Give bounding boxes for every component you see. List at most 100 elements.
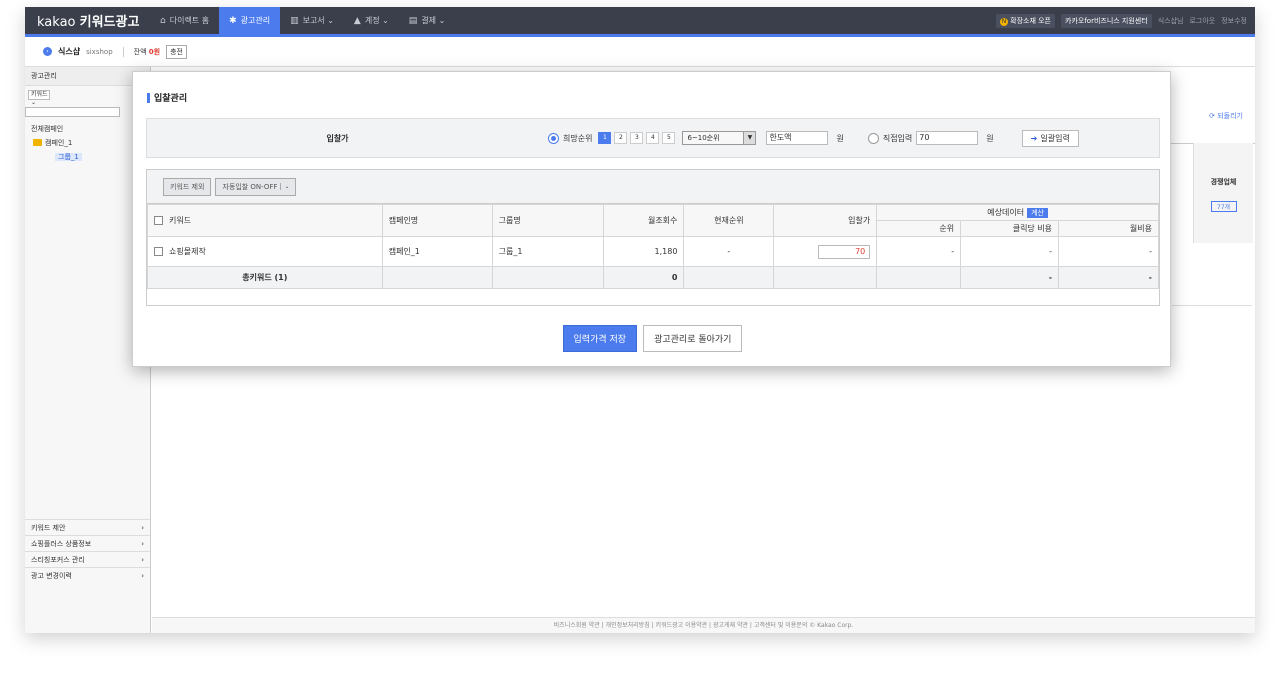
dropdown-arrow-icon: ▼ [743, 132, 756, 144]
table-header-row: 키워드 캠페인명 그룹명 월조회수 현재순위 입찰가 예상데이터 계산 [147, 204, 1159, 237]
title-accent-bar [147, 92, 150, 103]
table-row: 쇼핑몰제작 캠페인_1 그룹_1 1,180 - 70 - - - [147, 236, 1159, 267]
footer-links: 비즈니스회원 약관 | 개인정보처리방침 | 키워드광고 이용약관 | 광고게재… [152, 617, 1255, 633]
arrow-icon: ➔ [1030, 133, 1038, 143]
top-right-area: N 확장소재 오픈 카카오for비즈니스 지원센터 식스샵님 로그아웃 정보수정 [996, 13, 1255, 28]
logo-sub: 키워드광고 [79, 15, 140, 30]
desired-rank-radio[interactable] [548, 132, 559, 144]
sidebar-search-input[interactable] [25, 107, 120, 117]
sidebar-item-label: 쇼핑플러스 상품정보 [31, 539, 92, 548]
rank-option-1[interactable]: 1 [598, 132, 612, 144]
sidebar-item-shopping-plus[interactable]: 쇼핑플러스 상품정보 › [25, 535, 150, 551]
bid-management-modal: 입찰관리 입찰가 희망순위 1 2 3 4 5 6~10순위 ▼ 한도액 원 직접… [132, 71, 1171, 367]
keyword-text: 쇼핑몰제작 [169, 247, 206, 256]
chevron-right-icon: › [141, 523, 144, 532]
header-label: 키워드 [169, 216, 192, 225]
extension-open-badge[interactable]: N 확장소재 오픈 [996, 13, 1055, 28]
table-toolbar: 키워드 제외 자동입찰 ON-OFF ⌄ [147, 170, 1159, 204]
cell-group: 그룹_1 [491, 236, 605, 267]
bulk-apply-button[interactable]: ➔ 일괄입력 [1021, 129, 1079, 147]
balance-value: 0원 [148, 47, 161, 56]
modal-title-text: 입찰관리 [154, 94, 188, 104]
header-keyword: 키워드 [147, 204, 383, 237]
chevron-down-icon: ⌄ [280, 183, 289, 190]
app-logo[interactable]: kakao 키워드광고 [25, 11, 150, 30]
logout-link[interactable]: 로그아웃 [1189, 16, 1215, 26]
balance: 잔액 0원 [134, 47, 160, 57]
tree-group[interactable]: 그룹_1 [31, 150, 144, 164]
menu-direct-home[interactable]: ⌂ 다이렉트 홈 [150, 7, 219, 34]
edit-info-link[interactable]: 정보수정 [1221, 16, 1247, 26]
menu-ad-management[interactable]: ✱ 광고관리 [219, 7, 281, 34]
cell-empty [683, 266, 775, 289]
cell-cpc: - [960, 236, 1060, 267]
header-monthly-cost: 월비용 [1058, 220, 1159, 237]
sidebar-item-keyword-suggest[interactable]: 키워드 제안 › [25, 519, 150, 535]
calculate-button[interactable]: 계산 [1027, 208, 1048, 218]
header-expected-rank: 순위 [876, 220, 962, 237]
sidebar-item-stitching[interactable]: 스티칭포커스 관리 › [25, 551, 150, 567]
account-id: sixshop [86, 47, 113, 56]
direct-input-label: 직접입력 [882, 133, 913, 143]
card-icon: ▤ [408, 15, 418, 26]
cell-keyword: 쇼핑몰제작 [147, 236, 383, 267]
direct-input-radio[interactable] [867, 132, 879, 144]
direct-input-field[interactable]: 70 [916, 131, 979, 145]
account-name[interactable]: 식스샵 [58, 46, 80, 57]
row-checkbox[interactable] [154, 247, 163, 256]
header-expected-data: 예상데이터 계산 [876, 204, 1159, 221]
save-bid-button[interactable]: 입력가격 저장 [562, 325, 638, 352]
header-cpc: 클릭당 비용 [960, 220, 1060, 237]
sidebar-item-change-history[interactable]: 광고 변경이력 › [25, 567, 150, 583]
sidebar-item-label: 광고 변경이력 [31, 571, 72, 580]
rank-option-2[interactable]: 2 [614, 132, 628, 144]
bid-input[interactable]: 70 [818, 244, 871, 259]
cell-empty [876, 266, 962, 289]
reload-button[interactable]: ⟳ 되돌리기 [1209, 111, 1243, 121]
select-all-checkbox[interactable] [154, 216, 163, 225]
sidebar-bottom-menu: 키워드 제안 › 쇼핑플러스 상품정보 › 스티칭포커스 관리 › 광고 변경이력 › [25, 519, 150, 583]
tree-all-campaigns[interactable]: 전체캠페인 [31, 122, 144, 136]
home-icon: ⌂ [160, 15, 166, 26]
chart-icon: ▥ [290, 15, 299, 26]
cell-monthly-views: 1,180 [603, 236, 685, 267]
divider [1172, 305, 1252, 306]
limit-amount-input[interactable]: 한도액 [766, 131, 829, 145]
sidebar-filter-select[interactable]: 키워드 ⌄ [28, 90, 50, 106]
desired-rank-label: 희망순위 [563, 133, 593, 143]
charge-button[interactable]: 충전 [166, 44, 187, 59]
user-name-link[interactable]: 식스샵님 [1158, 16, 1184, 26]
table-total-row: 총키워드 (1) 0 - - [147, 266, 1159, 289]
cell-total-monthly-cost: - [1058, 266, 1159, 289]
exclude-keyword-button[interactable]: 키워드 제외 [163, 177, 212, 196]
tree-group-label: 그룹_1 [55, 152, 82, 161]
menu-payment[interactable]: ▤ 결제 ⌄ [399, 7, 455, 34]
tree-campaign[interactable]: 캠페인_1 [31, 136, 144, 150]
currency-label: 원 [986, 133, 994, 143]
rank-option-5[interactable]: 5 [662, 132, 676, 144]
rank-option-4[interactable]: 4 [646, 132, 660, 144]
back-to-ad-management-button[interactable]: 광고관리로 돌아가기 [643, 325, 743, 352]
rank-range-select[interactable]: 6~10순위 ▼ [682, 131, 757, 145]
bulk-apply-label: 일괄입력 [1040, 133, 1070, 143]
menu-account[interactable]: ▲ 계정 ⌄ [344, 7, 399, 34]
top-nav-bar: kakao 키워드광고 ⌂ 다이렉트 홈 ✱ 광고관리 ▥ 보고서 ⌄ ▲ 계정… [25, 7, 1255, 34]
competitor-header: 경쟁업체 [1210, 178, 1237, 186]
menu-report[interactable]: ▥ 보고서 ⌄ [280, 7, 344, 34]
menu-label: 계정 ⌄ [364, 16, 389, 25]
chevron-right-icon: › [141, 555, 144, 564]
gear-icon: ✱ [229, 15, 237, 26]
account-icon: › [43, 47, 52, 56]
support-center-badge[interactable]: 카카오for비즈니스 지원센터 [1061, 13, 1152, 28]
header-campaign: 캠페인명 [381, 204, 493, 237]
cell-total-cpc: - [960, 266, 1060, 289]
rank-option-3[interactable]: 3 [630, 132, 644, 144]
cell-empty [491, 266, 605, 289]
new-icon: N [1000, 17, 1009, 26]
competitor-count-button[interactable]: 77개 [1210, 201, 1237, 212]
auto-bid-toggle-button[interactable]: 자동입찰 ON-OFF ⌄ [215, 177, 297, 196]
balance-label: 잔액 [133, 47, 147, 56]
cell-empty [773, 266, 878, 289]
filter-value: 키워드 [31, 91, 48, 98]
auto-bid-label: 자동입찰 ON-OFF [222, 182, 278, 191]
